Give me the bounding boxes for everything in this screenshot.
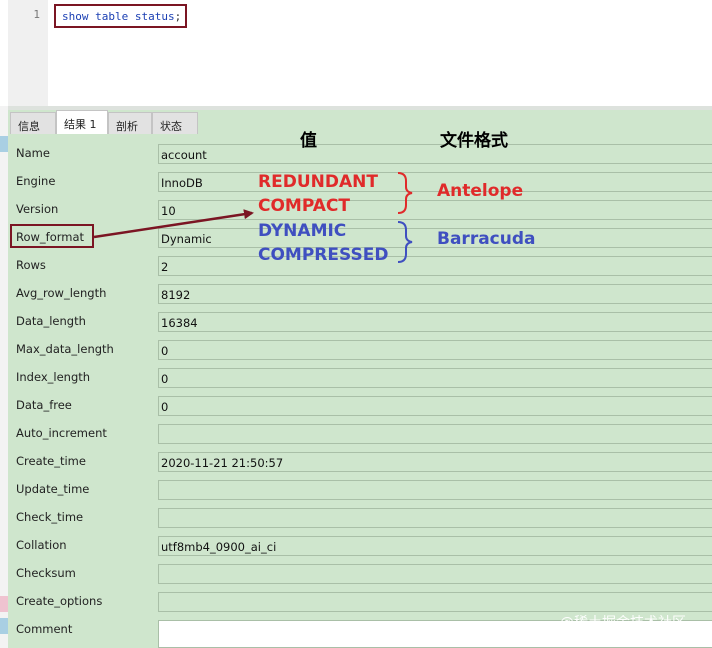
- sql-editor[interactable]: 1 show table status;: [0, 0, 712, 106]
- field-value-input[interactable]: InnoDB: [158, 172, 712, 192]
- sql-terminator: ;: [174, 10, 182, 23]
- value-header: 值: [300, 131, 317, 151]
- field-label: Rows: [16, 258, 46, 272]
- antelope-label: Antelope: [437, 181, 524, 201]
- field-value-input[interactable]: 0: [158, 368, 712, 388]
- field-value-input[interactable]: [158, 480, 712, 500]
- left-marker-blue: [0, 136, 8, 152]
- field-label: Name: [16, 146, 50, 160]
- field-label: Max_data_length: [16, 342, 114, 356]
- field-label: Auto_increment: [16, 426, 107, 440]
- barracuda-value-compressed: COMPRESSED: [258, 245, 389, 265]
- field-value-input[interactable]: 8192: [158, 284, 712, 304]
- row-format-highlight-box: [10, 224, 94, 248]
- barracuda-value-dynamic: DYNAMIC: [258, 221, 347, 241]
- field-label: Create_options: [16, 594, 103, 608]
- tab-result-1[interactable]: 结果 1: [56, 110, 108, 134]
- field-label: Index_length: [16, 370, 91, 384]
- field-value-input[interactable]: 2: [158, 256, 712, 276]
- field-value-input[interactable]: 16384: [158, 312, 712, 332]
- sql-statement[interactable]: show table status;: [62, 10, 181, 23]
- field-label: Checksum: [16, 566, 76, 580]
- antelope-value-redundant: REDUNDANT: [258, 172, 378, 192]
- field-value-input[interactable]: utf8mb4_0900_ai_ci: [158, 536, 712, 556]
- sql-keyword-text: show table status: [62, 10, 175, 23]
- field-label: Version: [16, 202, 59, 216]
- tab-info[interactable]: 信息: [10, 112, 56, 134]
- field-value-input[interactable]: [158, 564, 712, 584]
- result-tabbar: 信息 结果 1 剖析 状态: [8, 110, 712, 134]
- barracuda-label: Barracuda: [437, 229, 536, 249]
- left-marker-blue-2: [0, 618, 8, 634]
- left-marker-pink: [0, 596, 8, 612]
- field-label: Create_time: [16, 454, 86, 468]
- field-value-input[interactable]: Dynamic: [158, 228, 712, 248]
- watermark: @稀土掘金技术社区: [560, 615, 686, 631]
- field-label: Avg_row_length: [16, 286, 107, 300]
- field-value-input[interactable]: account: [158, 144, 712, 164]
- field-value-input[interactable]: [158, 424, 712, 444]
- format-header: 文件格式: [440, 131, 508, 151]
- field-label: Engine: [16, 174, 56, 188]
- field-label: Comment: [16, 622, 73, 636]
- field-value-input[interactable]: 0: [158, 340, 712, 360]
- field-label: Data_length: [16, 314, 86, 328]
- field-value-input[interactable]: 0: [158, 396, 712, 416]
- field-label: Check_time: [16, 510, 84, 524]
- field-value-input[interactable]: [158, 592, 712, 612]
- field-value-input[interactable]: 2020-11-21 21:50:57: [158, 452, 712, 472]
- sql-highlight-box: show table status;: [54, 4, 187, 28]
- field-value-input[interactable]: 10: [158, 200, 712, 220]
- tab-profile[interactable]: 剖析: [108, 112, 152, 134]
- tab-status[interactable]: 状态: [152, 112, 198, 134]
- line-number: 1: [33, 8, 40, 21]
- field-label: Collation: [16, 538, 67, 552]
- field-value-input[interactable]: [158, 508, 712, 528]
- field-label: Update_time: [16, 482, 90, 496]
- field-label: Data_free: [16, 398, 72, 412]
- antelope-value-compact: COMPACT: [258, 196, 350, 216]
